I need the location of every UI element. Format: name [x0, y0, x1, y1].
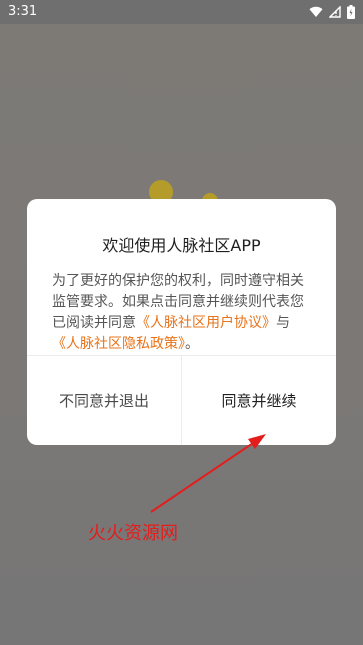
- annotation-arrow: [150, 434, 266, 513]
- watermark-text: 火火资源网: [88, 523, 178, 544]
